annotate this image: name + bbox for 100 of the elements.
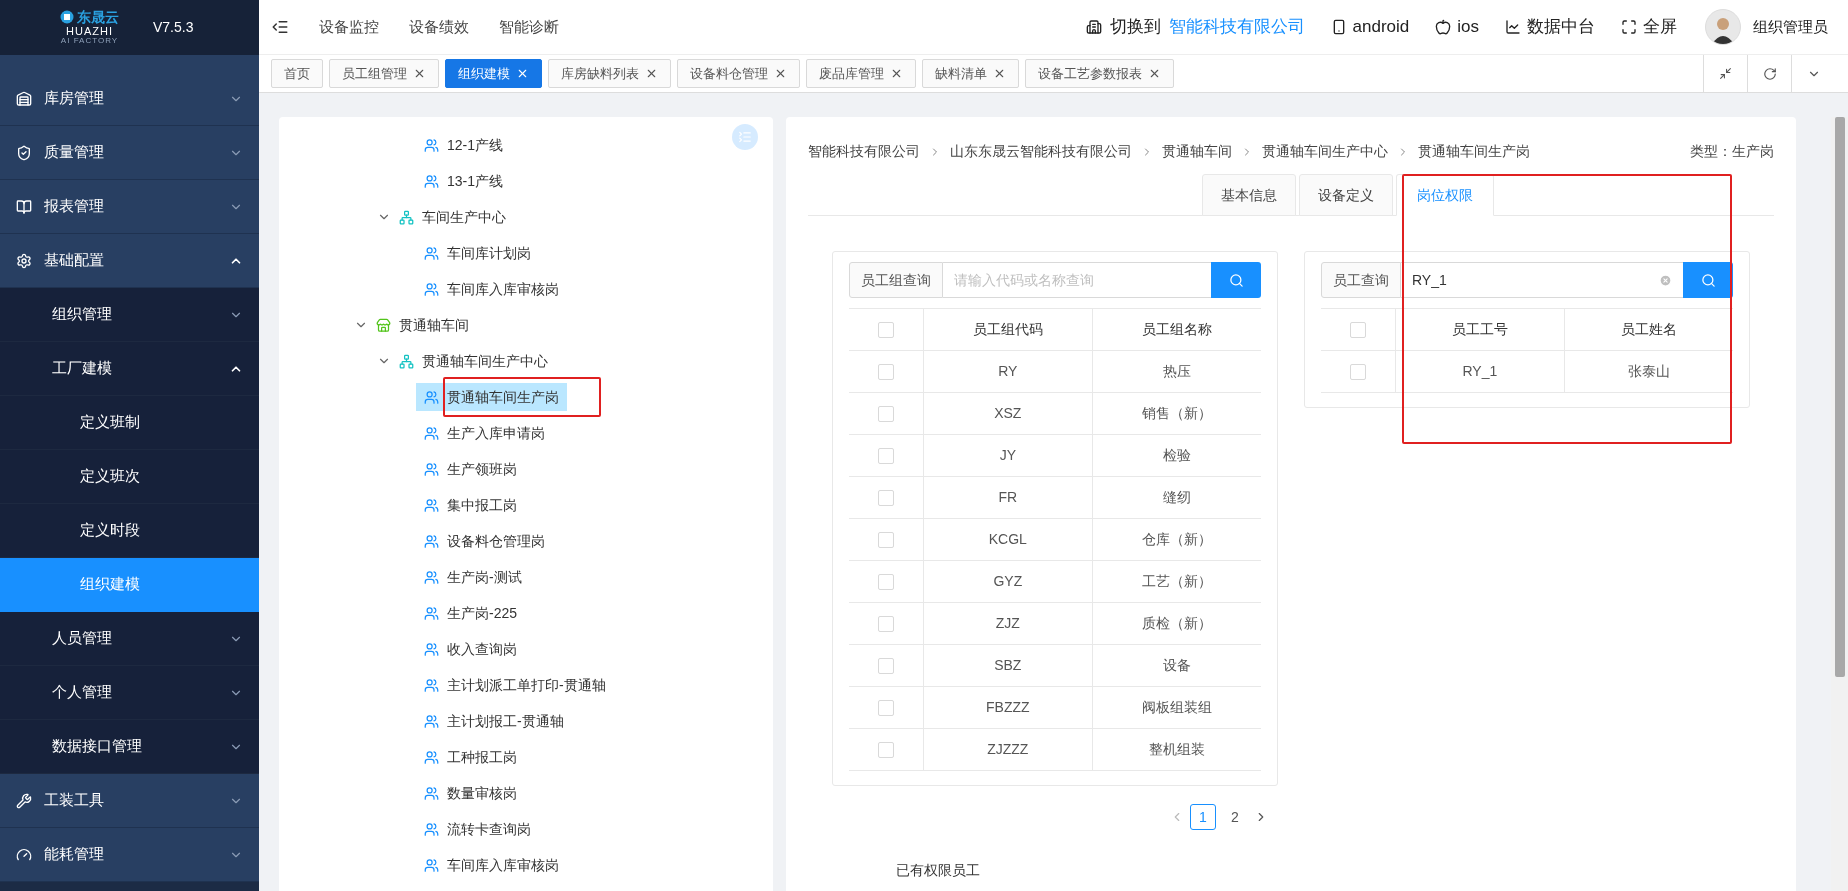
person-icon	[424, 137, 439, 153]
close-icon[interactable]	[413, 67, 426, 80]
header-link[interactable]: ios	[1435, 14, 1479, 40]
scrollbar[interactable]	[1831, 117, 1848, 891]
clear-icon[interactable]	[1659, 273, 1672, 287]
tree-node[interactable]: 数量审核岗	[416, 779, 525, 807]
sidebar-item[interactable]: 定义时段	[0, 504, 259, 558]
sidebar-item[interactable]: 库房管理	[0, 72, 259, 126]
page-tab[interactable]: 缺料清单	[922, 59, 1019, 88]
collapse-tree-button[interactable]	[732, 124, 758, 150]
tree-node[interactable]: 贯通轴车间生产岗	[416, 383, 567, 411]
search-field[interactable]: RY_1	[1401, 262, 1683, 298]
page-tab[interactable]: 废品库管理	[806, 59, 916, 88]
detail-tab[interactable]: 设备定义	[1299, 174, 1393, 216]
checkbox[interactable]	[877, 531, 894, 548]
user-avatar[interactable]	[1705, 9, 1741, 45]
header-link[interactable]: android	[1330, 14, 1410, 40]
org-chart-icon	[399, 353, 414, 369]
sidebar-item[interactable]: 个人管理	[0, 666, 259, 720]
person-icon	[424, 785, 439, 801]
page-tab[interactable]: 库房缺料列表	[548, 59, 671, 88]
page-number[interactable]: 2	[1222, 804, 1248, 830]
checkbox[interactable]	[877, 447, 894, 464]
tree-node[interactable]: 12-1产线	[416, 131, 512, 159]
tree-node[interactable]: 工种报工岗	[416, 743, 525, 771]
sidebar-item[interactable]: 报表管理	[0, 180, 259, 234]
tree-node[interactable]: 生产岗-225	[416, 599, 526, 627]
sidebar-item[interactable]: 定义班制	[0, 396, 259, 450]
person-icon	[424, 461, 439, 477]
switch-label: 切换到	[1109, 16, 1161, 39]
breadcrumb-link[interactable]: 山东东晟云智能科技有限公司	[950, 141, 1132, 162]
header-link[interactable]: 数据中台	[1505, 14, 1595, 40]
sidebar-item[interactable]: 工厂建模	[0, 342, 259, 396]
table-cell: FBZZZ	[986, 699, 1030, 715]
search-button[interactable]	[1211, 262, 1261, 298]
sidebar-item[interactable]: 能耗管理	[0, 828, 259, 882]
settings-icon	[16, 252, 32, 269]
tree-node[interactable]: 13-1产线	[416, 167, 512, 195]
page-tab[interactable]: 首页	[271, 59, 323, 88]
tree-node[interactable]: 主计划报工-贯通轴	[416, 707, 572, 735]
top-nav-link[interactable]: 智能诊断	[499, 15, 559, 39]
checkbox[interactable]	[877, 615, 894, 632]
tree-node[interactable]: 集中报工岗	[416, 491, 525, 519]
shield-icon	[16, 144, 32, 161]
sidebar-item[interactable]: 数据接口管理	[0, 720, 259, 774]
close-icon[interactable]	[645, 67, 658, 80]
breadcrumb-link[interactable]: 贯通轴车间生产岗	[1418, 141, 1530, 162]
version-label: V7.5.3	[153, 18, 194, 37]
sidebar-item[interactable]: 工装工具	[0, 774, 259, 828]
column-header: 员工组代码	[972, 321, 1043, 337]
tree-node[interactable]: 贯通轴车间	[399, 314, 469, 336]
sidebar-item[interactable]: 组织管理	[0, 288, 259, 342]
page-tab[interactable]: 设备料仓管理	[677, 59, 800, 88]
header-link[interactable]: 全屏	[1621, 14, 1677, 40]
close-icon[interactable]	[993, 67, 1006, 80]
search-button[interactable]	[1683, 262, 1733, 298]
sidebar-item[interactable]: 质量管理	[0, 126, 259, 180]
page-tab[interactable]: 组织建模	[445, 59, 542, 88]
breadcrumb-link[interactable]: 贯通轴车间	[1162, 141, 1232, 162]
sidebar-item[interactable]: 定义班次	[0, 450, 259, 504]
switch-icon[interactable]	[1085, 19, 1102, 35]
tree-node[interactable]: 贯通轴车间生产中心	[422, 350, 548, 372]
person-icon	[424, 497, 439, 513]
tree-node[interactable]: 车间库入库审核岗	[416, 275, 567, 303]
checkbox[interactable]	[877, 699, 894, 716]
checkbox[interactable]	[1349, 363, 1366, 380]
tree-node[interactable]: 车间库计划岗	[416, 239, 539, 267]
page-tab[interactable]: 设备工艺参数报表	[1025, 59, 1174, 88]
menu-toggle-icon[interactable]	[271, 18, 289, 36]
checkbox[interactable]	[877, 657, 894, 674]
tree-node[interactable]: 设备料仓管理岗	[416, 527, 553, 555]
tree-node[interactable]: 流转卡查询岗	[416, 815, 539, 843]
tree-node[interactable]: 生产岗-测试	[416, 563, 530, 591]
checkbox[interactable]	[877, 741, 894, 758]
tree-node[interactable]: 主计划派工单打印-贯通轴	[416, 671, 614, 699]
checkbox[interactable]	[877, 405, 894, 422]
detail-tab[interactable]: 基本信息	[1202, 174, 1296, 216]
tree-node[interactable]: 收入查询岗	[416, 635, 525, 663]
tree-node[interactable]: 生产入库申请岗	[416, 419, 553, 447]
close-icon[interactable]	[1148, 67, 1161, 80]
checkbox[interactable]	[877, 573, 894, 590]
breadcrumb-link[interactable]: 贯通轴车间生产中心	[1262, 141, 1388, 162]
close-icon[interactable]	[516, 67, 529, 80]
tree-node[interactable]: 车间库入库审核岗	[416, 851, 567, 879]
tree-node[interactable]: 车间生产中心	[422, 206, 506, 228]
top-nav-link[interactable]: 设备监控	[319, 15, 379, 39]
checkbox[interactable]	[877, 363, 894, 380]
page-tab[interactable]: 员工组管理	[329, 59, 439, 88]
brand-name: 东晟云	[77, 10, 119, 24]
sidebar-item[interactable]: 基础配置	[0, 234, 259, 288]
person-icon	[424, 569, 439, 585]
top-nav-link[interactable]: 设备绩效	[409, 15, 469, 39]
breadcrumb-link[interactable]: 智能科技有限公司	[808, 141, 920, 162]
checkbox[interactable]	[877, 489, 894, 506]
checkbox[interactable]	[1349, 321, 1366, 338]
tree-node[interactable]: 生产领班岗	[416, 455, 525, 483]
sidebar-item[interactable]: 人员管理	[0, 612, 259, 666]
close-icon[interactable]	[774, 67, 787, 80]
checkbox[interactable]	[877, 321, 894, 338]
close-icon[interactable]	[890, 67, 903, 80]
